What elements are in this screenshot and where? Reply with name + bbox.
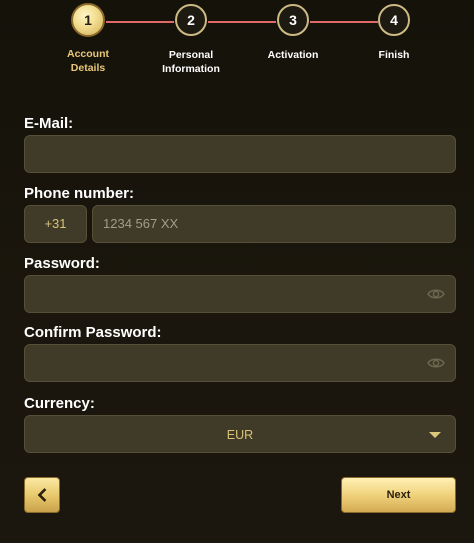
currency-label: Currency: bbox=[24, 395, 95, 412]
caret-down-icon bbox=[429, 432, 441, 438]
password-field[interactable] bbox=[24, 275, 456, 313]
next-button[interactable]: Next bbox=[341, 477, 456, 513]
step-finish: 4 Finish bbox=[344, 4, 444, 62]
currency-select[interactable]: EUR bbox=[24, 415, 456, 453]
email-label: E-Mail: bbox=[24, 115, 74, 132]
step-label: Personal Information bbox=[141, 48, 241, 76]
step-label-text: Activation bbox=[267, 49, 319, 61]
step-number: 4 bbox=[378, 4, 410, 36]
step-label: Activation bbox=[243, 48, 343, 62]
chevron-left-icon bbox=[37, 488, 47, 502]
step-number: 1 bbox=[71, 3, 105, 37]
back-button[interactable] bbox=[24, 477, 60, 513]
step-label-text: Personal Information bbox=[162, 49, 220, 75]
step-label-text: Finish bbox=[378, 49, 410, 61]
step-label-text: Account Details bbox=[67, 48, 109, 74]
confirm-password-label: Confirm Password: bbox=[24, 324, 162, 341]
step-activation: 3 Activation bbox=[243, 4, 343, 62]
eye-icon[interactable] bbox=[427, 286, 445, 302]
currency-selected-value: EUR bbox=[226, 428, 254, 442]
phone-placeholder: 1234 567 XX bbox=[103, 216, 179, 231]
step-personal-information: 2 Personal Information bbox=[141, 4, 241, 76]
step-label: Account Details bbox=[38, 47, 138, 75]
phone-country-code-select[interactable]: +31 bbox=[24, 205, 87, 243]
step-number: 3 bbox=[277, 4, 309, 36]
eye-icon[interactable] bbox=[427, 355, 445, 371]
password-label: Password: bbox=[24, 255, 100, 272]
phone-number-field[interactable]: 1234 567 XX bbox=[92, 205, 456, 243]
phone-label: Phone number: bbox=[24, 185, 135, 202]
step-label: Finish bbox=[344, 48, 444, 62]
progress-stepper: 1 Account Details 2 Personal Information… bbox=[0, 0, 474, 90]
step-number: 2 bbox=[175, 4, 207, 36]
confirm-password-field[interactable] bbox=[24, 344, 456, 382]
email-field[interactable] bbox=[24, 135, 456, 173]
step-account-details: 1 Account Details bbox=[38, 3, 138, 75]
